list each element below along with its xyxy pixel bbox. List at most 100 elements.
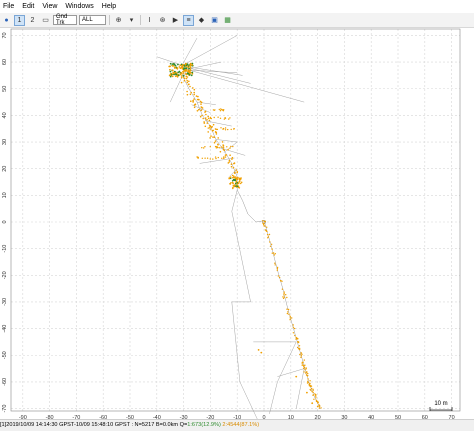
menu-windows[interactable]: Windows xyxy=(62,0,98,13)
track-lines xyxy=(156,35,321,422)
float-point xyxy=(193,93,195,96)
plot-type-select[interactable]: Gnd Trk xyxy=(53,14,77,26)
float-point xyxy=(224,117,226,119)
float-point xyxy=(214,156,217,158)
plot-frame xyxy=(10,28,461,412)
show-range-icon[interactable]: I xyxy=(144,15,155,26)
float-point xyxy=(320,407,322,409)
solution-2-button[interactable]: 2 xyxy=(27,15,38,26)
list-icon[interactable]: ≡ xyxy=(183,14,194,26)
float-point xyxy=(289,317,291,319)
float-point xyxy=(298,348,301,351)
plot-canvas[interactable]: -90 -80 -70 -60 -50 -40 -30 -20 -10 0 10 20 30 40 50 60… xyxy=(0,27,474,422)
animate-icon[interactable]: ▶ xyxy=(170,15,181,26)
float-point xyxy=(295,375,298,378)
float-point xyxy=(235,177,238,179)
float-point xyxy=(286,308,288,310)
fix-point xyxy=(234,179,237,182)
float-point xyxy=(233,176,235,179)
float-point xyxy=(303,365,305,367)
float-point xyxy=(232,145,234,148)
y-tick-label: -20 xyxy=(2,271,8,279)
float-point xyxy=(190,100,192,102)
float-point xyxy=(233,162,236,164)
float-point xyxy=(283,292,285,295)
float-point xyxy=(209,128,212,130)
fix-point xyxy=(191,71,194,74)
float-point xyxy=(212,123,215,126)
float-point xyxy=(287,308,290,311)
float-point xyxy=(289,315,291,317)
map-icon[interactable]: ▣ xyxy=(209,15,220,26)
grid-icon[interactable]: ▦ xyxy=(222,15,233,26)
point-icon[interactable]: ◆ xyxy=(196,15,207,26)
float-point xyxy=(215,147,217,149)
float-point xyxy=(186,93,189,96)
float-point xyxy=(316,405,319,408)
float-point xyxy=(274,253,276,255)
float-point xyxy=(238,177,241,180)
float-point xyxy=(229,117,231,119)
float-point xyxy=(268,233,271,236)
status-float-count: 2:4544(87.1%) xyxy=(222,422,260,428)
float-point xyxy=(183,77,186,80)
float-point xyxy=(301,361,303,364)
float-point xyxy=(188,80,190,83)
menu-view[interactable]: View xyxy=(39,0,62,13)
float-point xyxy=(318,405,321,407)
float-point xyxy=(203,122,206,124)
fix-point xyxy=(182,74,185,77)
float-point xyxy=(273,254,275,256)
float-point xyxy=(168,65,171,68)
fix-point xyxy=(188,73,191,76)
float-point xyxy=(189,71,192,74)
float-point xyxy=(315,399,318,401)
y-tick-label: 60 xyxy=(2,59,8,65)
float-point xyxy=(269,241,271,243)
center-origin-icon[interactable]: ⊕ xyxy=(113,15,124,26)
float-point xyxy=(303,371,305,373)
float-point xyxy=(193,106,196,109)
float-point xyxy=(207,117,210,120)
solution-12-icon[interactable]: ▭ xyxy=(40,15,51,26)
fix-point xyxy=(185,67,188,70)
float-point xyxy=(288,313,290,315)
solution-1-button[interactable]: 1 xyxy=(14,14,25,26)
fit-icon[interactable]: ⊛ xyxy=(157,15,168,26)
float-point xyxy=(314,393,316,395)
float-point xyxy=(192,100,194,102)
float-point xyxy=(200,103,202,105)
float-point xyxy=(185,73,188,76)
float-point xyxy=(308,384,311,386)
quality-filter-select[interactable]: ALL xyxy=(79,15,106,25)
menu-edit[interactable]: Edit xyxy=(19,0,39,13)
solution-points xyxy=(168,62,322,409)
connect-icon[interactable]: ● xyxy=(1,15,12,26)
float-point xyxy=(230,128,232,131)
float-point xyxy=(237,182,240,184)
track-excursion xyxy=(204,120,232,127)
toolbar-separator xyxy=(109,15,110,25)
fix-point xyxy=(173,63,176,65)
float-point xyxy=(226,146,228,148)
float-point xyxy=(199,115,202,118)
float-point xyxy=(229,147,231,149)
float-point xyxy=(200,109,203,111)
menu-help[interactable]: Help xyxy=(99,0,121,13)
fix-point xyxy=(183,67,186,69)
y-tick-label: 50 xyxy=(2,86,8,92)
ground-track-plot[interactable]: -90 -80 -70 -60 -50 -40 -30 -20 -10 0 10 20 30 40 50 60… xyxy=(0,27,474,422)
float-point xyxy=(216,128,219,131)
status-fix-count: 1:673(12.9%) xyxy=(187,422,221,428)
track-segment xyxy=(236,189,265,223)
float-point xyxy=(223,118,226,120)
dropdown-arrow-icon[interactable]: ▾ xyxy=(126,15,137,26)
float-point xyxy=(217,143,219,146)
float-point xyxy=(282,297,285,300)
float-point xyxy=(304,364,306,366)
float-point xyxy=(306,391,308,394)
float-point xyxy=(208,119,211,122)
menu-file[interactable]: File xyxy=(0,0,19,13)
scale-bar: 10 m xyxy=(429,401,453,411)
float-point xyxy=(230,145,232,148)
